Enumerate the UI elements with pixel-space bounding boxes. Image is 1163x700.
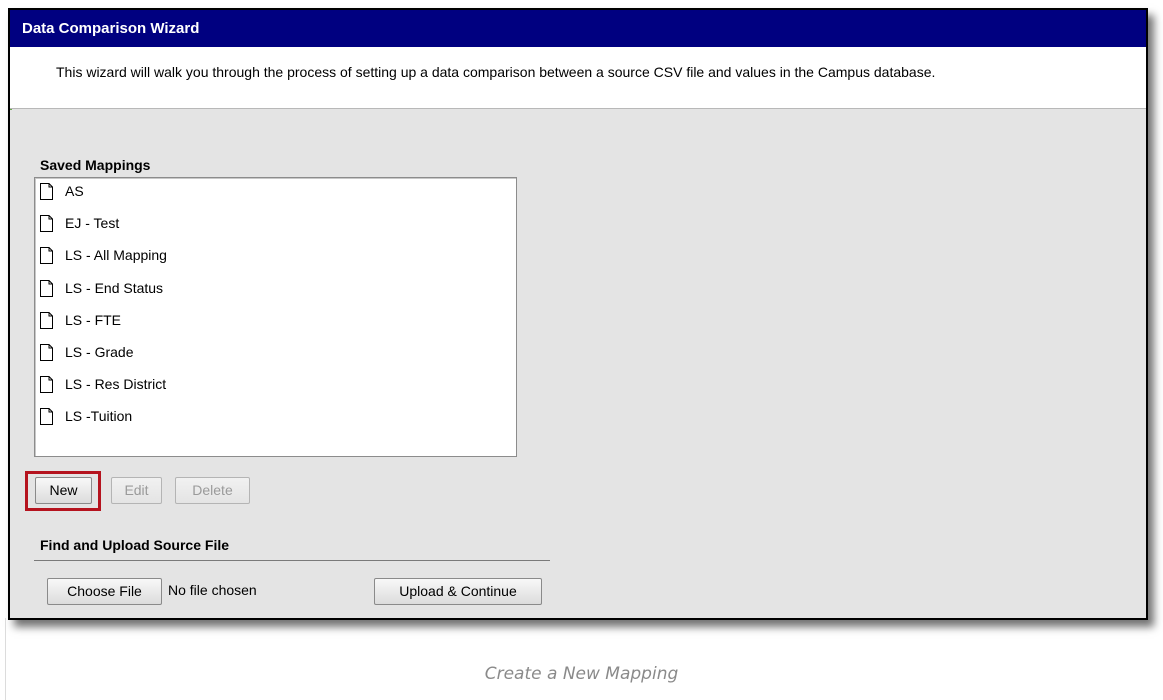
list-item[interactable]: LS - All Mapping (35, 244, 516, 276)
saved-mappings-list[interactable]: AS EJ - Test LS - All Mapping LS - End S… (34, 177, 517, 457)
document-icon (40, 215, 53, 233)
caption-divider (5, 618, 6, 700)
upload-section-label: Find and Upload Source File (40, 537, 230, 553)
list-item-label: LS - Grade (65, 343, 134, 360)
list-item-label: LS - FTE (65, 311, 122, 328)
list-item-label: AS (65, 183, 84, 199)
list-item-label: LS - All Mapping (65, 247, 167, 264)
list-item-label: LS -Tuition (65, 408, 133, 425)
document-icon (40, 408, 53, 426)
list-item[interactable]: LS -Tuition (35, 405, 516, 437)
intro-text: This wizard will walk you through the pr… (10, 47, 1146, 109)
file-status-text: No file chosen (168, 582, 257, 598)
list-item-label: LS - End Status (65, 279, 164, 296)
list-item[interactable]: LS - Grade (35, 341, 516, 373)
section-divider (34, 560, 550, 561)
list-item[interactable]: LS - End Status (35, 277, 516, 309)
document-icon (40, 343, 53, 361)
saved-mappings-label: Saved Mappings (40, 157, 151, 173)
list-item-label: LS - Res District (65, 376, 167, 393)
document-icon (40, 247, 53, 265)
list-item[interactable]: AS (35, 180, 516, 212)
list-item[interactable]: LS - FTE (35, 309, 516, 341)
list-item-label: EJ - Test (65, 215, 120, 232)
document-icon (40, 183, 53, 200)
delete-button[interactable]: Delete (175, 477, 250, 504)
document-icon (40, 311, 53, 329)
list-item[interactable]: LS - Res District (35, 373, 516, 405)
upload-continue-button[interactable]: Upload & Continue (374, 578, 542, 605)
figure-caption: Create a New Mapping (484, 664, 679, 684)
document-icon (40, 376, 53, 394)
document-icon (40, 279, 53, 297)
wizard-window: Data Comparison Wizard This wizard will … (8, 8, 1148, 620)
edit-button[interactable]: Edit (111, 477, 162, 504)
new-button[interactable]: New (35, 477, 92, 504)
window-title: Data Comparison Wizard (10, 10, 1146, 47)
list-item[interactable]: EJ - Test (35, 212, 516, 244)
choose-file-button[interactable]: Choose File (47, 578, 162, 605)
